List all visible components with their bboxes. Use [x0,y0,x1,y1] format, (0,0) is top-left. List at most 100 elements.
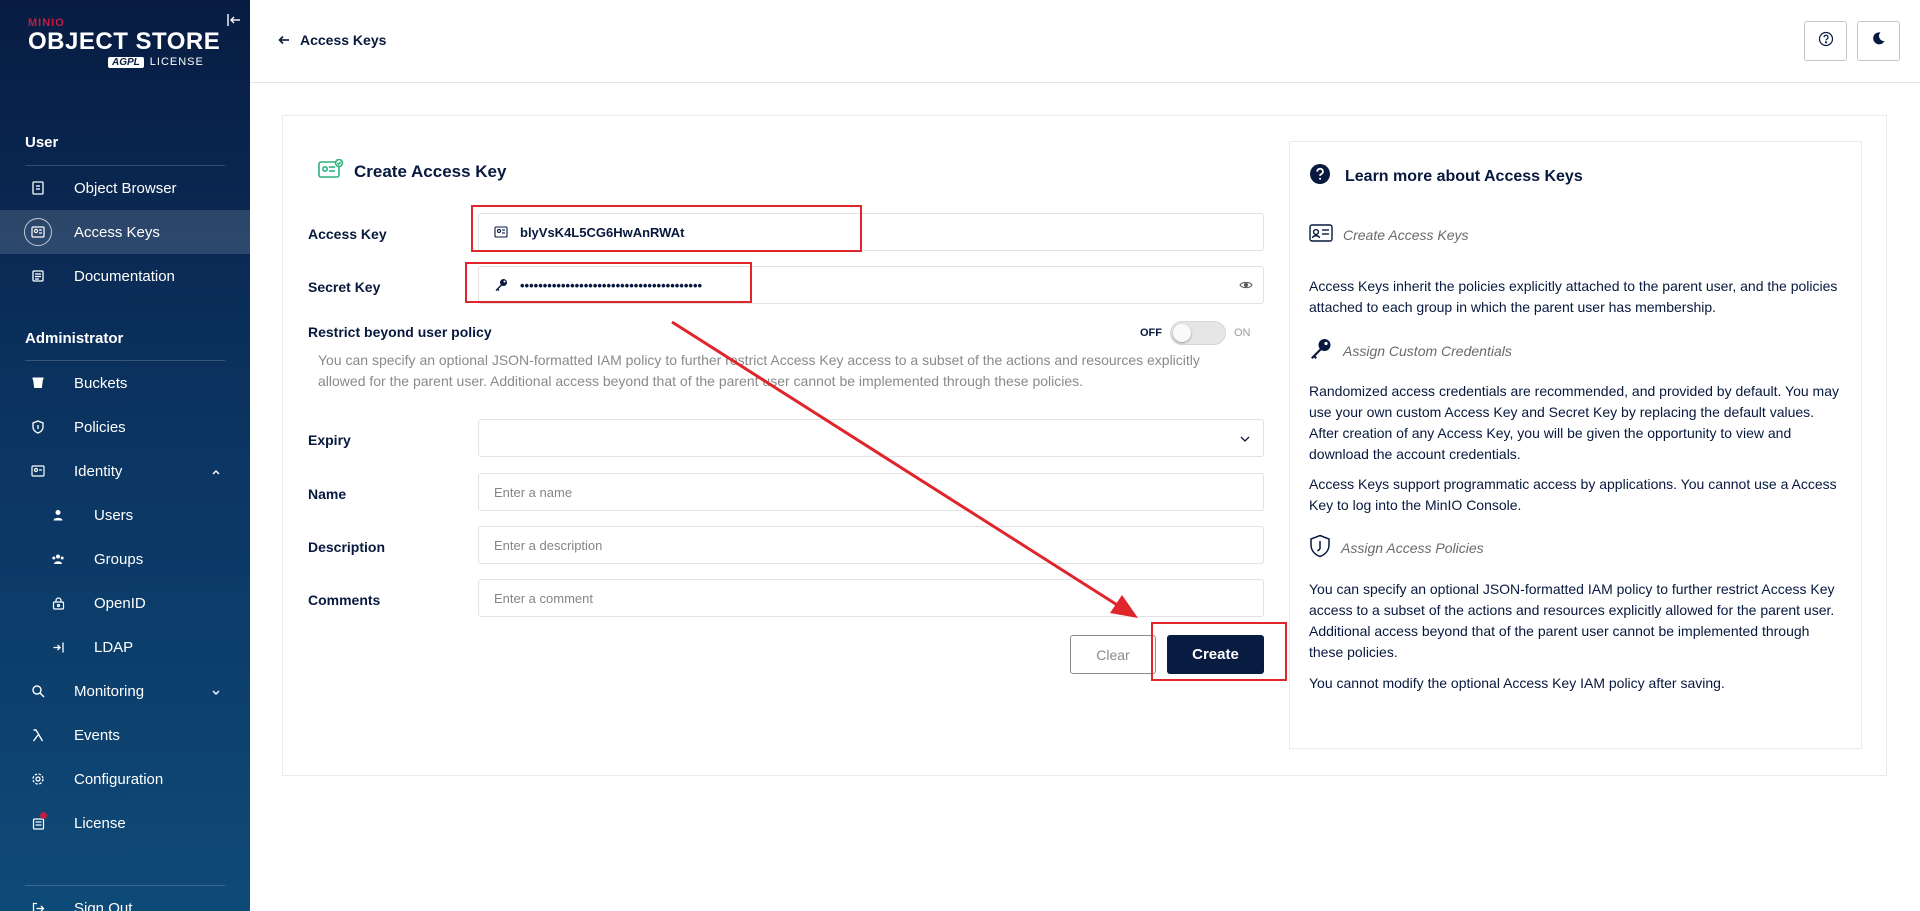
sidebar-item-identity[interactable]: Identity [0,449,250,493]
sidebar-item-label: Buckets [74,374,128,392]
events-icon [28,725,48,745]
question-circle-icon [1309,163,1331,190]
sidebar-item-access-keys[interactable]: Access Keys [0,210,250,254]
info-subheading-policies: Assign Access Policies [1309,534,1484,561]
sidebar-item-groups[interactable]: Groups [0,537,250,581]
logo-license-badge: AGPL [108,56,144,68]
logo-license-text: LICENSE [149,56,204,68]
sidebar-item-documentation[interactable]: Documentation [0,254,250,298]
back-link-label: Access Keys [300,32,387,48]
sidebar-item-openid[interactable]: OpenID [0,581,250,625]
sidebar-item-label: Object Browser [74,179,177,197]
form-title: Create Access Key [318,158,507,184]
sidebar-item-users[interactable]: Users [0,493,250,537]
restrict-policy-help: You can specify an optional JSON-formatt… [318,352,1200,389]
description-placeholder: Enter a description [494,537,603,553]
policies-icon [28,417,48,437]
name-label: Name [308,486,347,502]
sidebar-item-ldap[interactable]: LDAP [0,625,250,669]
eye-icon[interactable] [1239,278,1253,292]
secret-key-value: •••••••••••••••••••••••••••••••••••••••• [520,277,703,293]
info-paragraph: Access Keys support programmatic access … [1309,476,1837,513]
info-paragraph: Randomized access credentials are recomm… [1309,383,1839,462]
sidebar-item-object-browser[interactable]: Object Browser [0,166,250,210]
comments-label: Comments [308,592,381,608]
access-key-input[interactable]: blyVsK4L5CG6HwAnRWAt [478,213,1264,251]
form-title-text: Create Access Key [354,161,507,181]
description-input[interactable]: Enter a description [478,526,1264,564]
create-button[interactable]: Create [1167,635,1264,674]
secret-key-input[interactable]: •••••••••••••••••••••••••••••••••••••••• [478,266,1264,304]
chevron-up-icon [210,465,222,477]
sidebar-item-label: Monitoring [74,682,145,700]
sidebar-item-configuration[interactable]: Configuration [0,757,250,801]
sidebar-item-label: Groups [94,550,144,568]
sidebar-item-label: Policies [74,418,126,436]
sidebar-item-label: Access Keys [74,223,160,241]
sidebar-item-label: License [74,814,126,832]
sidebar-item-label: Configuration [74,770,164,788]
users-icon [48,505,68,525]
documentation-icon [28,266,48,286]
user-section-title: User [25,134,59,151]
sidebar-item-label: Events [74,726,120,744]
page-header: Access Keys [250,0,1920,83]
sidebar-item-events[interactable]: Events [0,713,250,757]
key-icon [1309,337,1333,364]
info-subheading-text: Assign Access Policies [1341,539,1484,556]
groups-icon [48,549,68,569]
dark-mode-toggle[interactable] [1857,21,1900,61]
switch-on-label: ON [1234,327,1251,339]
sidebar-item-label: Documentation [74,267,175,285]
buckets-icon [28,373,48,393]
sidebar-item-label: Users [94,506,134,524]
learn-more-title: Learn more about Access Keys [1309,163,1583,190]
sign-out-icon [28,898,48,911]
sidebar-item-sign-out[interactable]: Sign Out [0,886,250,911]
access-key-label: Access Key [308,226,387,242]
switch-off-label: OFF [1140,327,1162,339]
info-subheading-text: Create Access Keys [1343,226,1469,243]
info-subheading-create: Create Access Keys [1309,223,1469,246]
configuration-icon [28,769,48,789]
expiry-picker[interactable] [478,419,1264,457]
access-keys-icon [24,218,52,246]
identity-icon [28,461,48,481]
sidebar-item-policies[interactable]: Policies [0,405,250,449]
secret-key-label: Secret Key [308,279,381,295]
help-button[interactable] [1804,21,1847,61]
ldap-icon [48,637,68,657]
policy-shield-icon [1309,534,1331,561]
sidebar-item-monitoring[interactable]: Monitoring [0,669,250,713]
restrict-policy-toggle[interactable] [1170,321,1226,345]
back-arrow-icon [278,32,290,48]
info-paragraph: Access Keys inherit the policies explici… [1309,278,1838,315]
key-icon [494,278,508,292]
sidebar-item-label: OpenID [94,594,146,612]
sidebar-item-label: Sign Out [74,899,133,911]
dark-mode-icon [1871,31,1886,51]
access-key-card-icon [494,225,508,239]
restrict-policy-switch-group: OFF ON [1140,321,1251,345]
info-paragraph: You can specify an optional JSON-formatt… [1309,581,1835,660]
collapse-icon[interactable] [226,12,242,28]
description-label: Description [308,539,386,555]
sidebar: MINIO OBJECT STORE AGPL LICENSE User Obj… [0,0,250,911]
switch-knob [1173,324,1191,342]
restrict-policy-label: Restrict beyond user policy [308,324,492,340]
name-input[interactable]: Enter a name [478,473,1264,511]
sidebar-item-buckets[interactable]: Buckets [0,361,250,405]
sidebar-item-label: Identity [74,462,123,480]
info-subheading-credentials: Assign Custom Credentials [1309,337,1512,364]
clear-button[interactable]: Clear [1070,635,1156,674]
info-subheading-text: Assign Custom Credentials [1343,342,1512,359]
comments-input[interactable]: Enter a comment [478,579,1264,617]
chevron-down-icon [1239,433,1251,445]
name-placeholder: Enter a name [494,484,573,500]
minio-logo[interactable]: MINIO OBJECT STORE AGPL LICENSE [28,17,220,68]
learn-more-title-text: Learn more about Access Keys [1345,167,1583,185]
access-key-card-icon [318,158,344,184]
back-link[interactable]: Access Keys [278,32,386,48]
info-paragraph: You cannot modify the optional Access Ke… [1309,675,1725,691]
sidebar-item-license[interactable]: License [0,801,250,845]
